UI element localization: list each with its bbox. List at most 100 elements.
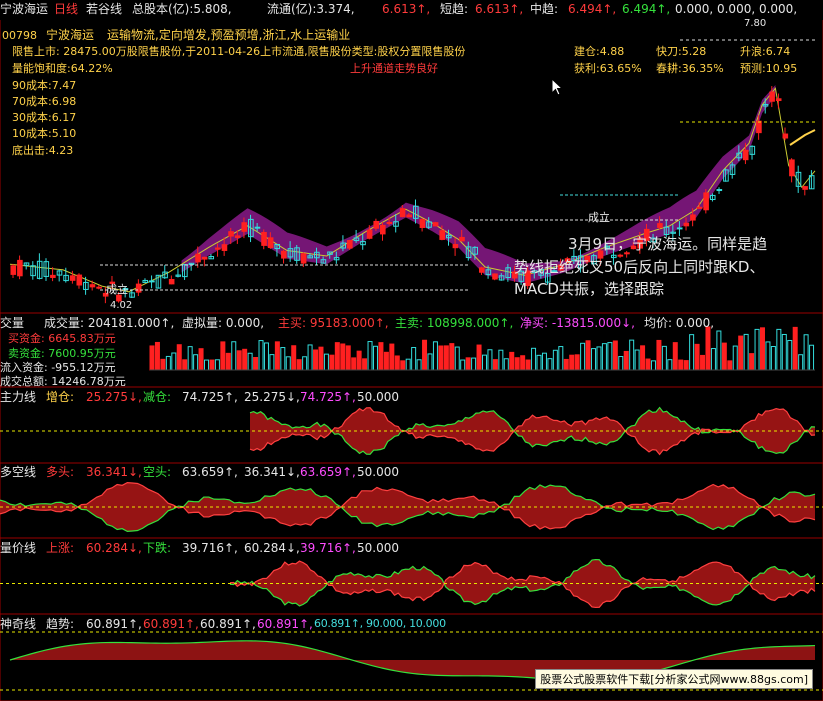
volume-bar: [525, 359, 531, 371]
candle-body: [347, 240, 353, 249]
uptrend-note: 上升通道走势良好: [350, 62, 438, 75]
candle-body: [254, 226, 261, 229]
restricted-shares: 限售上市: 28475.00万股限售股份,于2011-04-26上市流通,限售股…: [12, 45, 466, 58]
volume-bar: [509, 351, 515, 371]
spring-plow: 春耕:36.35%: [656, 62, 724, 75]
volume-bar: [220, 341, 226, 371]
long-short-a-label: 多头:: [46, 465, 75, 479]
candle-body: [221, 244, 228, 251]
annotation-line-3: MACD共振，选择跟踪: [514, 280, 664, 298]
candle-body: [703, 192, 709, 211]
candle-body: [742, 149, 749, 161]
long-short-c: 36.341↓,: [244, 465, 300, 479]
volume-bar: [558, 346, 564, 371]
candle-body: [690, 214, 696, 221]
volume-bar: [258, 340, 264, 371]
volume-panel-label: 交量: [0, 316, 25, 330]
volume-bar: [487, 349, 493, 371]
long-short-b-label: 空头:: [143, 465, 172, 479]
volume-bar: [242, 348, 248, 371]
volume-bar: [645, 358, 651, 371]
build-position: 建仓:4.88: [574, 45, 625, 58]
volume-bar: [596, 346, 602, 371]
signal-chengli-1: 成立: [106, 283, 128, 296]
volume-bar: [416, 359, 422, 371]
volume-bar: [541, 352, 547, 371]
stock-name: 宁波海运: [0, 2, 49, 16]
volume-value: 成交量: 204181.000↑,: [44, 316, 175, 330]
cost-30: 30成本:6.17: [12, 111, 77, 124]
candle-body: [452, 244, 459, 249]
volume-bar: [700, 354, 706, 371]
volume-bar: [171, 352, 177, 371]
volume-bar: [580, 342, 586, 371]
trend-ribbon: [181, 84, 776, 284]
cost-70: 70成本:6.98: [12, 95, 77, 108]
volume-bar: [253, 357, 259, 371]
volume-bar: [787, 339, 793, 371]
main-force-d: 74.725↑,: [300, 390, 356, 404]
short-trend-value: 6.613↑,: [475, 2, 524, 16]
volume-bar: [727, 360, 733, 371]
volume-bar: [302, 356, 308, 371]
magic-a-label: 趋势:: [46, 617, 75, 631]
volume-bar: [574, 354, 580, 371]
magic-b: 60.891↑,: [143, 617, 199, 631]
volume-price-a-label: 上涨:: [46, 541, 75, 555]
volume-price-d: 39.716↑,: [300, 541, 356, 555]
volume-bar: [503, 358, 509, 371]
volume-bar: [198, 348, 204, 371]
stock-chart-window: 宁波海运 日线 若谷线 总股本(亿):5.808, 流通(亿):3.374, 6…: [0, 0, 823, 701]
footer-watermark[interactable]: 股票公式股票软件下载[分析家公式网www.88gs.com]: [535, 669, 813, 689]
bottom-strike: 底出击:4.23: [12, 144, 74, 157]
candle-body: [168, 278, 175, 285]
volume-bar: [667, 359, 673, 371]
candle-body: [406, 214, 413, 218]
volume-bar: [231, 341, 237, 371]
volume-bar: [269, 354, 275, 371]
volume-bar: [689, 334, 695, 371]
volume-bar: [749, 353, 755, 371]
volume-bar: [514, 357, 520, 371]
volume-bar: [193, 354, 199, 371]
candle-body: [676, 227, 683, 230]
volume-price-a: 60.284↓,: [86, 541, 142, 555]
candle-body: [261, 231, 267, 246]
volume-bar: [705, 326, 711, 371]
candle-body: [769, 91, 775, 102]
volume-bar: [552, 349, 558, 371]
volume-bar: [471, 357, 477, 371]
low-price-mark: 4.02: [110, 300, 133, 311]
volume-bar: [656, 339, 662, 371]
volume-bar: [313, 349, 319, 371]
forecast: 预测:10.95: [740, 62, 798, 75]
volume-bar: [280, 347, 286, 371]
candle-body: [432, 222, 439, 227]
volume-bar: [225, 352, 231, 371]
volume-bar: [683, 360, 689, 371]
volume-bar: [759, 327, 765, 371]
candle-body: [135, 283, 142, 293]
volume-bar: [214, 359, 220, 371]
volume-bar: [187, 346, 193, 371]
volume-price-c: 60.284↓,: [244, 541, 300, 555]
candle-body: [195, 253, 201, 263]
volume-bar: [661, 345, 667, 371]
volume-bar: [640, 345, 646, 371]
volume-bar: [443, 345, 449, 371]
mid-trend-value: 6.494↑,: [568, 2, 617, 16]
candle-body: [10, 265, 17, 275]
volume-bar: [531, 347, 537, 371]
long-short-d: 63.659↑,: [300, 465, 356, 479]
candle-body: [775, 98, 782, 102]
period-label[interactable]: 日线: [54, 2, 78, 16]
volume-bar: [607, 342, 613, 371]
candle-body: [50, 274, 56, 278]
candle-body: [300, 253, 307, 264]
volume-bar: [710, 348, 716, 371]
header-bar: 宁波海运 日线 若谷线 总股本(亿):5.808, 流通(亿):3.374, 6…: [0, 0, 823, 20]
volume-bar: [520, 355, 526, 371]
profit-ratio: 获利:63.65%: [574, 62, 642, 75]
magic-e: 60.891↑, 90.000, 10.000: [314, 617, 446, 630]
volume-bar: [776, 328, 782, 371]
